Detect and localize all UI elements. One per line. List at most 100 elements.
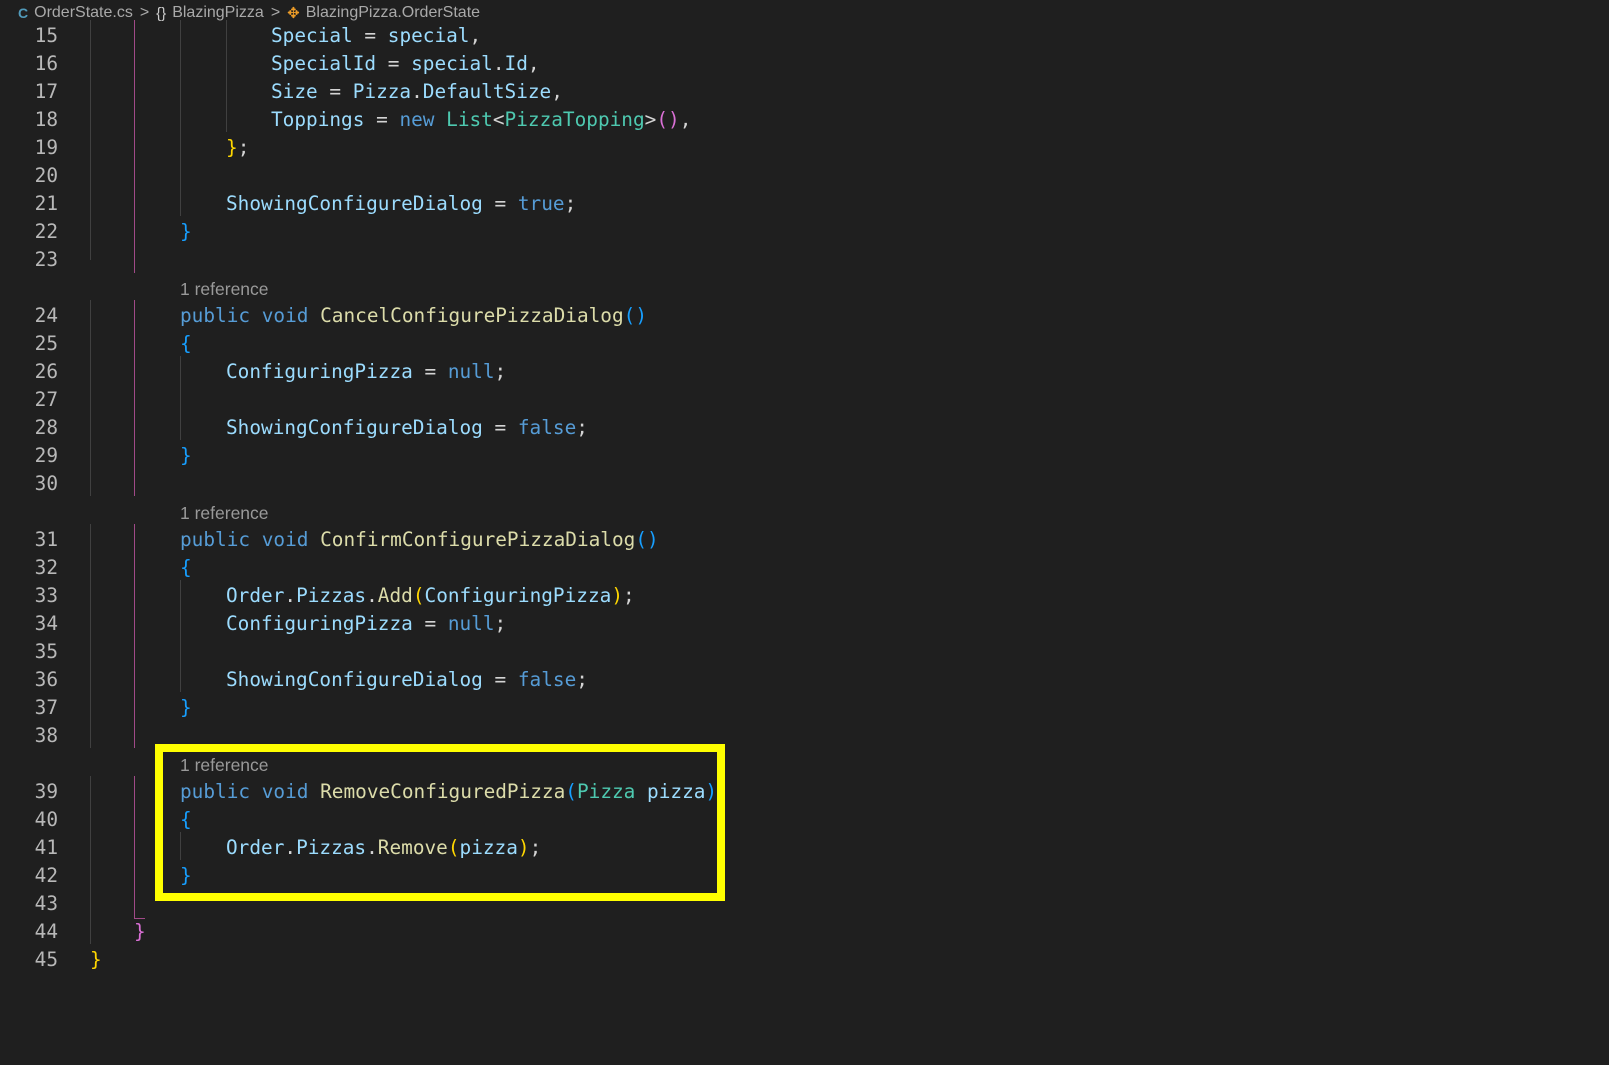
code-line[interactable]: 16 SpecialId = special.Id, (0, 50, 1609, 78)
code-line[interactable]: 19}; (0, 134, 1609, 162)
code-token: , (527, 52, 540, 75)
code-lens-references[interactable]: 1 reference (180, 500, 269, 526)
breadcrumb-file-label: OrderState.cs (34, 4, 133, 21)
line-number: 23 (34, 248, 58, 271)
code-line[interactable]: 45} (0, 946, 1609, 974)
code-token: = (482, 668, 518, 691)
line-number: 38 (34, 724, 58, 747)
line-number: 40 (34, 808, 58, 831)
breadcrumb-namespace[interactable]: {} BlazingPizza (156, 4, 264, 22)
code-token: Pizza (352, 80, 412, 103)
code-token: ShowingConfigureDialog (226, 416, 483, 439)
code-token: Add (377, 584, 413, 607)
line-number: 43 (34, 892, 58, 915)
breadcrumb-namespace-label: BlazingPizza (172, 4, 264, 21)
code-token: ConfirmConfigurePizzaDialog (320, 528, 636, 551)
code-line[interactable]: 33 Order.Pizzas.Add(ConfiguringPizza); (0, 582, 1609, 610)
code-line[interactable]: 26 ConfiguringPizza = null; (0, 358, 1609, 386)
code-token: . (411, 80, 423, 103)
code-line[interactable]: 17 Size = Pizza.DefaultSize, (0, 78, 1609, 106)
code-token: ; (623, 584, 635, 607)
code-line[interactable]: 22} (0, 218, 1609, 246)
code-token: , (469, 24, 482, 47)
code-line[interactable]: 29} (0, 442, 1609, 470)
code-token: , (551, 80, 563, 103)
code-token: ShowingConfigureDialog (226, 668, 483, 691)
line-number: 33 (34, 584, 58, 607)
code-token: . (492, 52, 505, 75)
code-token: { (180, 556, 192, 579)
code-token: Order (226, 584, 285, 607)
code-token: special (411, 52, 493, 75)
code-line[interactable]: 18 Toppings = new List<PizzaTopping>(), (0, 106, 1609, 134)
line-number: 29 (34, 444, 58, 467)
code-text: Toppings = new List<PizzaTopping>(), (271, 106, 691, 134)
code-token: } (226, 136, 238, 159)
code-token: Size (271, 80, 318, 103)
code-token: CancelConfigurePizzaDialog (320, 304, 624, 327)
line-number: 30 (34, 472, 58, 495)
code-line[interactable]: 35 (0, 638, 1609, 666)
code-text: public void CancelConfigurePizzaDialog() (180, 302, 647, 330)
code-line[interactable]: 25 { (0, 330, 1609, 358)
line-number: 16 (34, 52, 58, 75)
code-token: DefaultSize (422, 80, 552, 103)
code-text: ShowingConfigureDialog = true; (226, 190, 576, 218)
breadcrumb-chevron-icon: > (270, 4, 281, 21)
breadcrumb-class[interactable]: ✥ BlazingPizza.OrderState (287, 4, 480, 22)
code-token: Pizzas (296, 584, 367, 607)
code-line[interactable]: 44} (0, 918, 1609, 946)
line-number: 36 (34, 668, 58, 691)
code-text: Size = Pizza.DefaultSize, (271, 78, 563, 106)
breadcrumb-file[interactable]: C OrderState.cs (18, 4, 133, 22)
line-number: 32 (34, 556, 58, 579)
code-text: } (180, 218, 192, 246)
csharp-file-icon: C (18, 5, 29, 21)
code-token: () (635, 528, 659, 551)
code-token: = (482, 192, 518, 215)
code-line[interactable]: 15 Special = special, (0, 22, 1609, 50)
code-line[interactable]: 34 ConfiguringPizza = null; (0, 610, 1609, 638)
code-text: Order.Pizzas.Add(ConfiguringPizza); (226, 582, 635, 610)
line-number: 18 (34, 108, 58, 131)
code-token: = (352, 24, 388, 47)
code-token: ; (576, 668, 588, 691)
code-text: ConfiguringPizza = null; (226, 610, 506, 638)
code-token: ConfiguringPizza (226, 612, 413, 635)
code-token: null (447, 360, 495, 383)
line-number: 27 (34, 388, 58, 411)
code-text: ConfiguringPizza = null; (226, 358, 506, 386)
code-line[interactable]: 23 (0, 246, 1609, 274)
code-text: } (134, 918, 146, 946)
code-token: public (180, 304, 251, 327)
code-token: true (517, 192, 565, 215)
code-token: () (623, 304, 648, 327)
code-line[interactable]: 36 ShowingConfigureDialog = false; (0, 666, 1609, 694)
code-token: Id (504, 52, 528, 75)
code-token: () (656, 108, 680, 131)
code-line[interactable]: 21 ShowingConfigureDialog = true; (0, 190, 1609, 218)
code-text: } (90, 946, 102, 974)
code-token: ConfiguringPizza (424, 584, 612, 607)
code-line[interactable]: 20 (0, 162, 1609, 190)
line-number: 42 (34, 864, 58, 887)
code-line[interactable]: 31 public void ConfirmConfigurePizzaDialo… (0, 526, 1609, 554)
code-token: = (412, 612, 448, 635)
code-text: { (180, 554, 192, 582)
code-token: < (492, 108, 505, 131)
code-line[interactable]: 24 public void CancelConfigurePizzaDialog… (0, 302, 1609, 330)
code-token: new (399, 108, 435, 131)
code-line[interactable]: 32 { (0, 554, 1609, 582)
code-line[interactable]: 27 (0, 386, 1609, 414)
code-token: void (261, 528, 309, 551)
code-text: Special = special, (271, 22, 481, 50)
code-token: false (517, 668, 577, 691)
code-lens-references[interactable]: 1 reference (180, 276, 269, 302)
code-line[interactable]: 37} (0, 694, 1609, 722)
breadcrumb-chevron-icon: > (139, 4, 150, 21)
code-line[interactable]: 28 ShowingConfigureDialog = false; (0, 414, 1609, 442)
code-line[interactable]: 30 (0, 470, 1609, 498)
